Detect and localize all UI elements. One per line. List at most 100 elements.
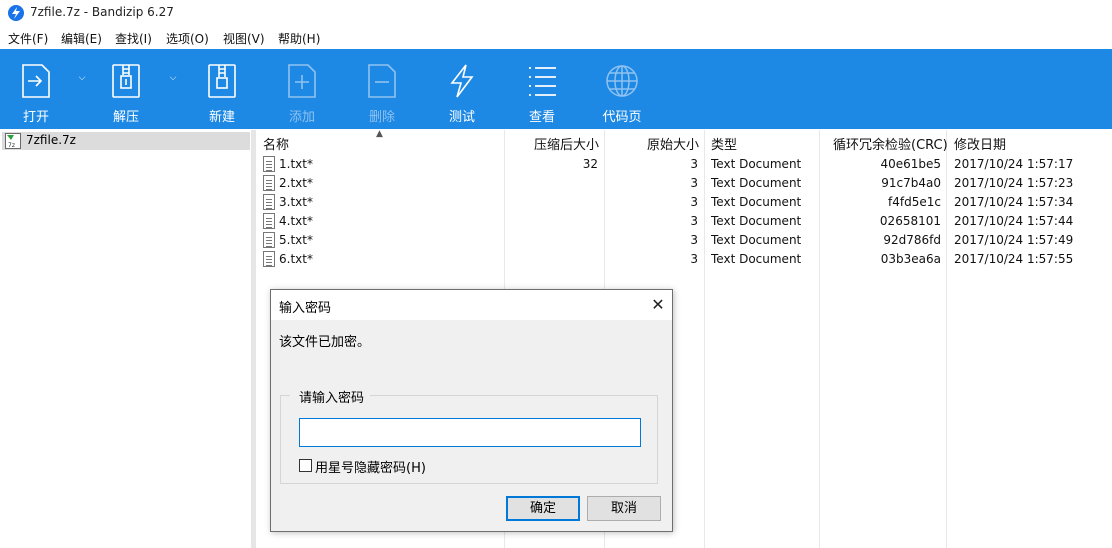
- file-compressed-size: 32: [582, 157, 598, 171]
- file-original-size: 3: [690, 157, 698, 171]
- file-name: 5.txt*: [279, 233, 313, 247]
- file-original-size: 3: [690, 233, 698, 247]
- title-bar: 7zfile.7z - Bandizip 6.27: [0, 0, 1112, 26]
- menu-bar: 文件(F) 编辑(E) 查找(I) 选项(O) 视图(V) 帮助(H): [0, 28, 1112, 48]
- file-original-size: 3: [690, 214, 698, 228]
- file-crc: 40e61be5: [880, 157, 941, 171]
- archive-7z-icon: 7z: [5, 133, 21, 149]
- column-header-crc[interactable]: 循环冗余检验(CRC): [833, 134, 948, 153]
- file-name: 1.txt*: [279, 157, 313, 171]
- close-icon[interactable]: ✕: [647, 294, 669, 316]
- column-header-type[interactable]: 类型: [711, 134, 737, 153]
- new-zip-icon: [208, 64, 236, 98]
- table-row[interactable]: 4.txt* 3 Text Document 02658101 2017/10/…: [256, 212, 1112, 231]
- extract-button[interactable]: 解压: [96, 49, 156, 129]
- extract-dropdown-chevron-icon[interactable]: ⌵: [166, 73, 180, 87]
- open-button[interactable]: 打开: [6, 49, 66, 129]
- text-file-icon: [263, 232, 275, 248]
- codepage-button[interactable]: 代码页: [592, 49, 652, 129]
- add-button[interactable]: 添加: [272, 49, 332, 129]
- table-row[interactable]: 6.txt* 3 Text Document 03b3ea6a 2017/10/…: [256, 250, 1112, 269]
- table-row[interactable]: 5.txt* 3 Text Document 92d786fd 2017/10/…: [256, 231, 1112, 250]
- tree-item-archive[interactable]: 7z 7zfile.7z: [2, 132, 250, 150]
- menu-find[interactable]: 查找(I): [115, 30, 152, 47]
- table-row[interactable]: 3.txt* 3 Text Document f4fd5e1c 2017/10/…: [256, 193, 1112, 212]
- dialog-title: 输入密码: [279, 301, 332, 316]
- file-name: 4.txt*: [279, 214, 313, 228]
- text-file-icon: [263, 156, 275, 172]
- file-modified: 2017/10/24 1:57:44: [954, 214, 1074, 228]
- file-crc: 91c7b4a0: [881, 176, 941, 190]
- codepage-label: 代码页: [602, 110, 642, 125]
- add-label: 添加: [288, 110, 315, 125]
- file-type: Text Document: [711, 195, 802, 209]
- globe-icon: [606, 65, 638, 97]
- bandizip-logo-icon: [8, 5, 24, 21]
- tree-item-label: 7zfile.7z: [26, 133, 76, 147]
- test-button[interactable]: 测试: [432, 49, 492, 129]
- menu-view[interactable]: 视图(V): [223, 30, 265, 47]
- file-modified: 2017/10/24 1:57:49: [954, 233, 1074, 247]
- text-file-icon: [263, 251, 275, 267]
- delete-button[interactable]: 删除: [352, 49, 412, 129]
- encrypted-message: 该文件已加密。: [279, 335, 371, 350]
- file-type: Text Document: [711, 176, 802, 190]
- list-view-icon: [529, 67, 556, 96]
- view-label: 查看: [528, 110, 555, 125]
- extract-label: 解压: [112, 110, 139, 125]
- delete-file-icon: [368, 64, 396, 98]
- file-name: 3.txt*: [279, 195, 313, 209]
- extract-zip-icon: [112, 64, 140, 98]
- file-original-size: 3: [690, 176, 698, 190]
- menu-options[interactable]: 选项(O): [166, 30, 209, 47]
- file-crc: 03b3ea6a: [880, 252, 941, 266]
- column-header-compressed[interactable]: 压缩后大小: [516, 134, 599, 153]
- file-original-size: 3: [690, 252, 698, 266]
- password-input[interactable]: [299, 418, 641, 447]
- new-label: 新建: [208, 110, 235, 125]
- file-modified: 2017/10/24 1:57:55: [954, 252, 1074, 266]
- file-type: Text Document: [711, 252, 802, 266]
- file-name: 6.txt*: [279, 252, 313, 266]
- file-modified: 2017/10/24 1:57:17: [954, 157, 1074, 171]
- open-dropdown-chevron-icon[interactable]: ⌵: [75, 73, 89, 87]
- file-original-size: 3: [690, 195, 698, 209]
- file-modified: 2017/10/24 1:57:23: [954, 176, 1074, 190]
- text-file-icon: [263, 213, 275, 229]
- menu-help[interactable]: 帮助(H): [278, 30, 320, 47]
- file-modified: 2017/10/24 1:57:34: [954, 195, 1074, 209]
- password-dialog: 输入密码 ✕ 该文件已加密。 请输入密码 用星号隐藏密码(H) 确定 取消: [270, 289, 673, 532]
- toolbar: 打开 ⌵ 解压 ⌵ 新建 添加 删除 测试 查看 代码页: [0, 49, 1112, 129]
- svg-text:7z: 7z: [8, 142, 15, 149]
- file-type: Text Document: [711, 233, 802, 247]
- mask-password-checkbox[interactable]: [299, 459, 312, 472]
- cancel-button[interactable]: 取消: [587, 496, 661, 521]
- text-file-icon: [263, 175, 275, 191]
- window-title: 7zfile.7z - Bandizip 6.27: [30, 5, 174, 19]
- column-header-modified[interactable]: 修改日期: [954, 134, 1006, 153]
- dialog-title-bar[interactable]: 输入密码 ✕: [271, 290, 672, 320]
- column-header-original[interactable]: 原始大小: [616, 134, 699, 153]
- test-label: 测试: [448, 110, 475, 125]
- new-archive-button[interactable]: 新建: [192, 49, 252, 129]
- view-button[interactable]: 查看: [512, 49, 572, 129]
- open-archive-icon: [22, 64, 50, 98]
- table-row[interactable]: 1.txt* 32 3 Text Document 40e61be5 2017/…: [256, 155, 1112, 174]
- column-header-name[interactable]: 名称: [263, 134, 289, 153]
- password-group-label: 请输入密码: [290, 387, 371, 406]
- menu-file[interactable]: 文件(F): [8, 30, 48, 47]
- ok-button[interactable]: 确定: [506, 496, 580, 521]
- add-file-icon: [288, 64, 316, 98]
- file-crc: 92d786fd: [883, 233, 941, 247]
- delete-label: 删除: [368, 110, 395, 125]
- table-row[interactable]: 2.txt* 3 Text Document 91c7b4a0 2017/10/…: [256, 174, 1112, 193]
- lightning-icon: [450, 64, 474, 98]
- folder-tree: 7z 7zfile.7z: [0, 130, 251, 548]
- password-group: 请输入密码 用星号隐藏密码(H): [280, 387, 658, 484]
- menu-edit[interactable]: 编辑(E): [61, 30, 102, 47]
- sort-ascending-icon: ▲: [376, 129, 383, 139]
- mask-password-label[interactable]: 用星号隐藏密码(H): [315, 457, 426, 476]
- text-file-icon: [263, 194, 275, 210]
- file-type: Text Document: [711, 214, 802, 228]
- file-crc: f4fd5e1c: [888, 195, 941, 209]
